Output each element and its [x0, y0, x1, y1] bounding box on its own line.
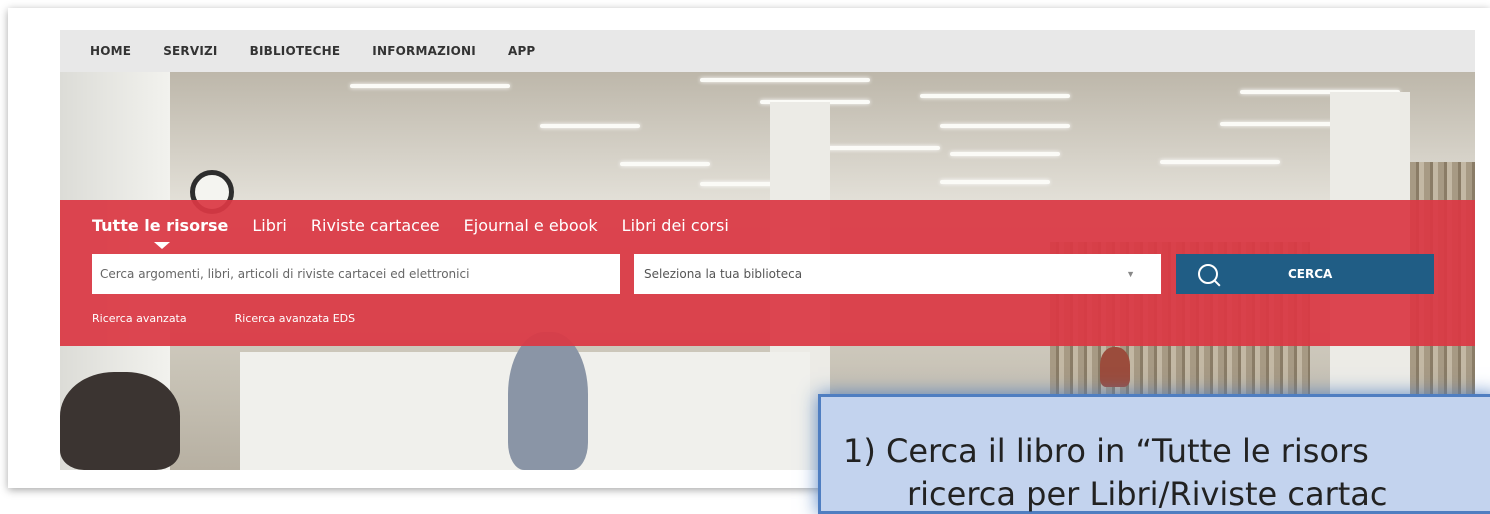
instruction-callout: 1) Cerca il libro in “Tutte le risors ri…: [818, 394, 1490, 514]
nav-item-informazioni[interactable]: INFORMAZIONI: [372, 44, 476, 58]
nav-item-biblioteche[interactable]: BIBLIOTECHE: [250, 44, 341, 58]
search-band: Tutte le risorse Libri Riviste cartacee …: [60, 200, 1475, 346]
hero-person: [508, 332, 588, 470]
tab-riviste-cartacee[interactable]: Riviste cartacee: [311, 216, 440, 235]
tab-label: Tutte le risorse: [92, 216, 229, 235]
ceiling-light: [620, 162, 710, 166]
callout-line-1: 1) Cerca il libro in “Tutte le risors: [843, 432, 1369, 470]
caret-down-icon: [154, 242, 170, 249]
nav-item-servizi[interactable]: SERVIZI: [163, 44, 217, 58]
tab-ejournal-e-ebook[interactable]: Ejournal e ebook: [464, 216, 598, 235]
ceiling-light: [350, 84, 510, 88]
search-button-label: CERCA: [1288, 267, 1333, 281]
library-select[interactable]: Seleziona la tua biblioteca ▼: [634, 254, 1161, 294]
main-nav: HOME SERVIZI BIBLIOTECHE INFORMAZIONI AP…: [60, 30, 1475, 72]
advanced-search-link[interactable]: Ricerca avanzata: [92, 312, 187, 325]
ceiling-light: [700, 182, 780, 186]
hero-person: [1100, 347, 1130, 387]
tab-tutte-le-risorse[interactable]: Tutte le risorse: [92, 216, 229, 249]
search-tabs: Tutte le risorse Libri Riviste cartacee …: [92, 216, 753, 249]
nav-item-home[interactable]: HOME: [90, 44, 131, 58]
nav-item-app[interactable]: APP: [508, 44, 535, 58]
search-button[interactable]: CERCA: [1176, 254, 1434, 294]
ceiling-light: [950, 152, 1060, 156]
ceiling-light: [700, 78, 870, 82]
hero-person: [60, 372, 180, 470]
callout-line-2: ricerca per Libri/Riviste cartac: [907, 475, 1388, 513]
tab-libri-dei-corsi[interactable]: Libri dei corsi: [622, 216, 729, 235]
ceiling-light: [1160, 160, 1280, 164]
search-input[interactable]: [92, 254, 620, 294]
ceiling-light: [920, 94, 1070, 98]
ceiling-light: [940, 124, 1070, 128]
search-icon: [1198, 264, 1218, 284]
chevron-down-icon: ▼: [1126, 269, 1135, 279]
tab-libri[interactable]: Libri: [252, 216, 287, 235]
advanced-search-eds-link[interactable]: Ricerca avanzata EDS: [235, 312, 356, 325]
ceiling-light: [540, 124, 640, 128]
advanced-search-links: Ricerca avanzata Ricerca avanzata EDS: [92, 312, 403, 325]
ceiling-light: [820, 146, 940, 150]
ceiling-light: [940, 180, 1050, 184]
library-select-label: Seleziona la tua biblioteca: [644, 267, 803, 281]
